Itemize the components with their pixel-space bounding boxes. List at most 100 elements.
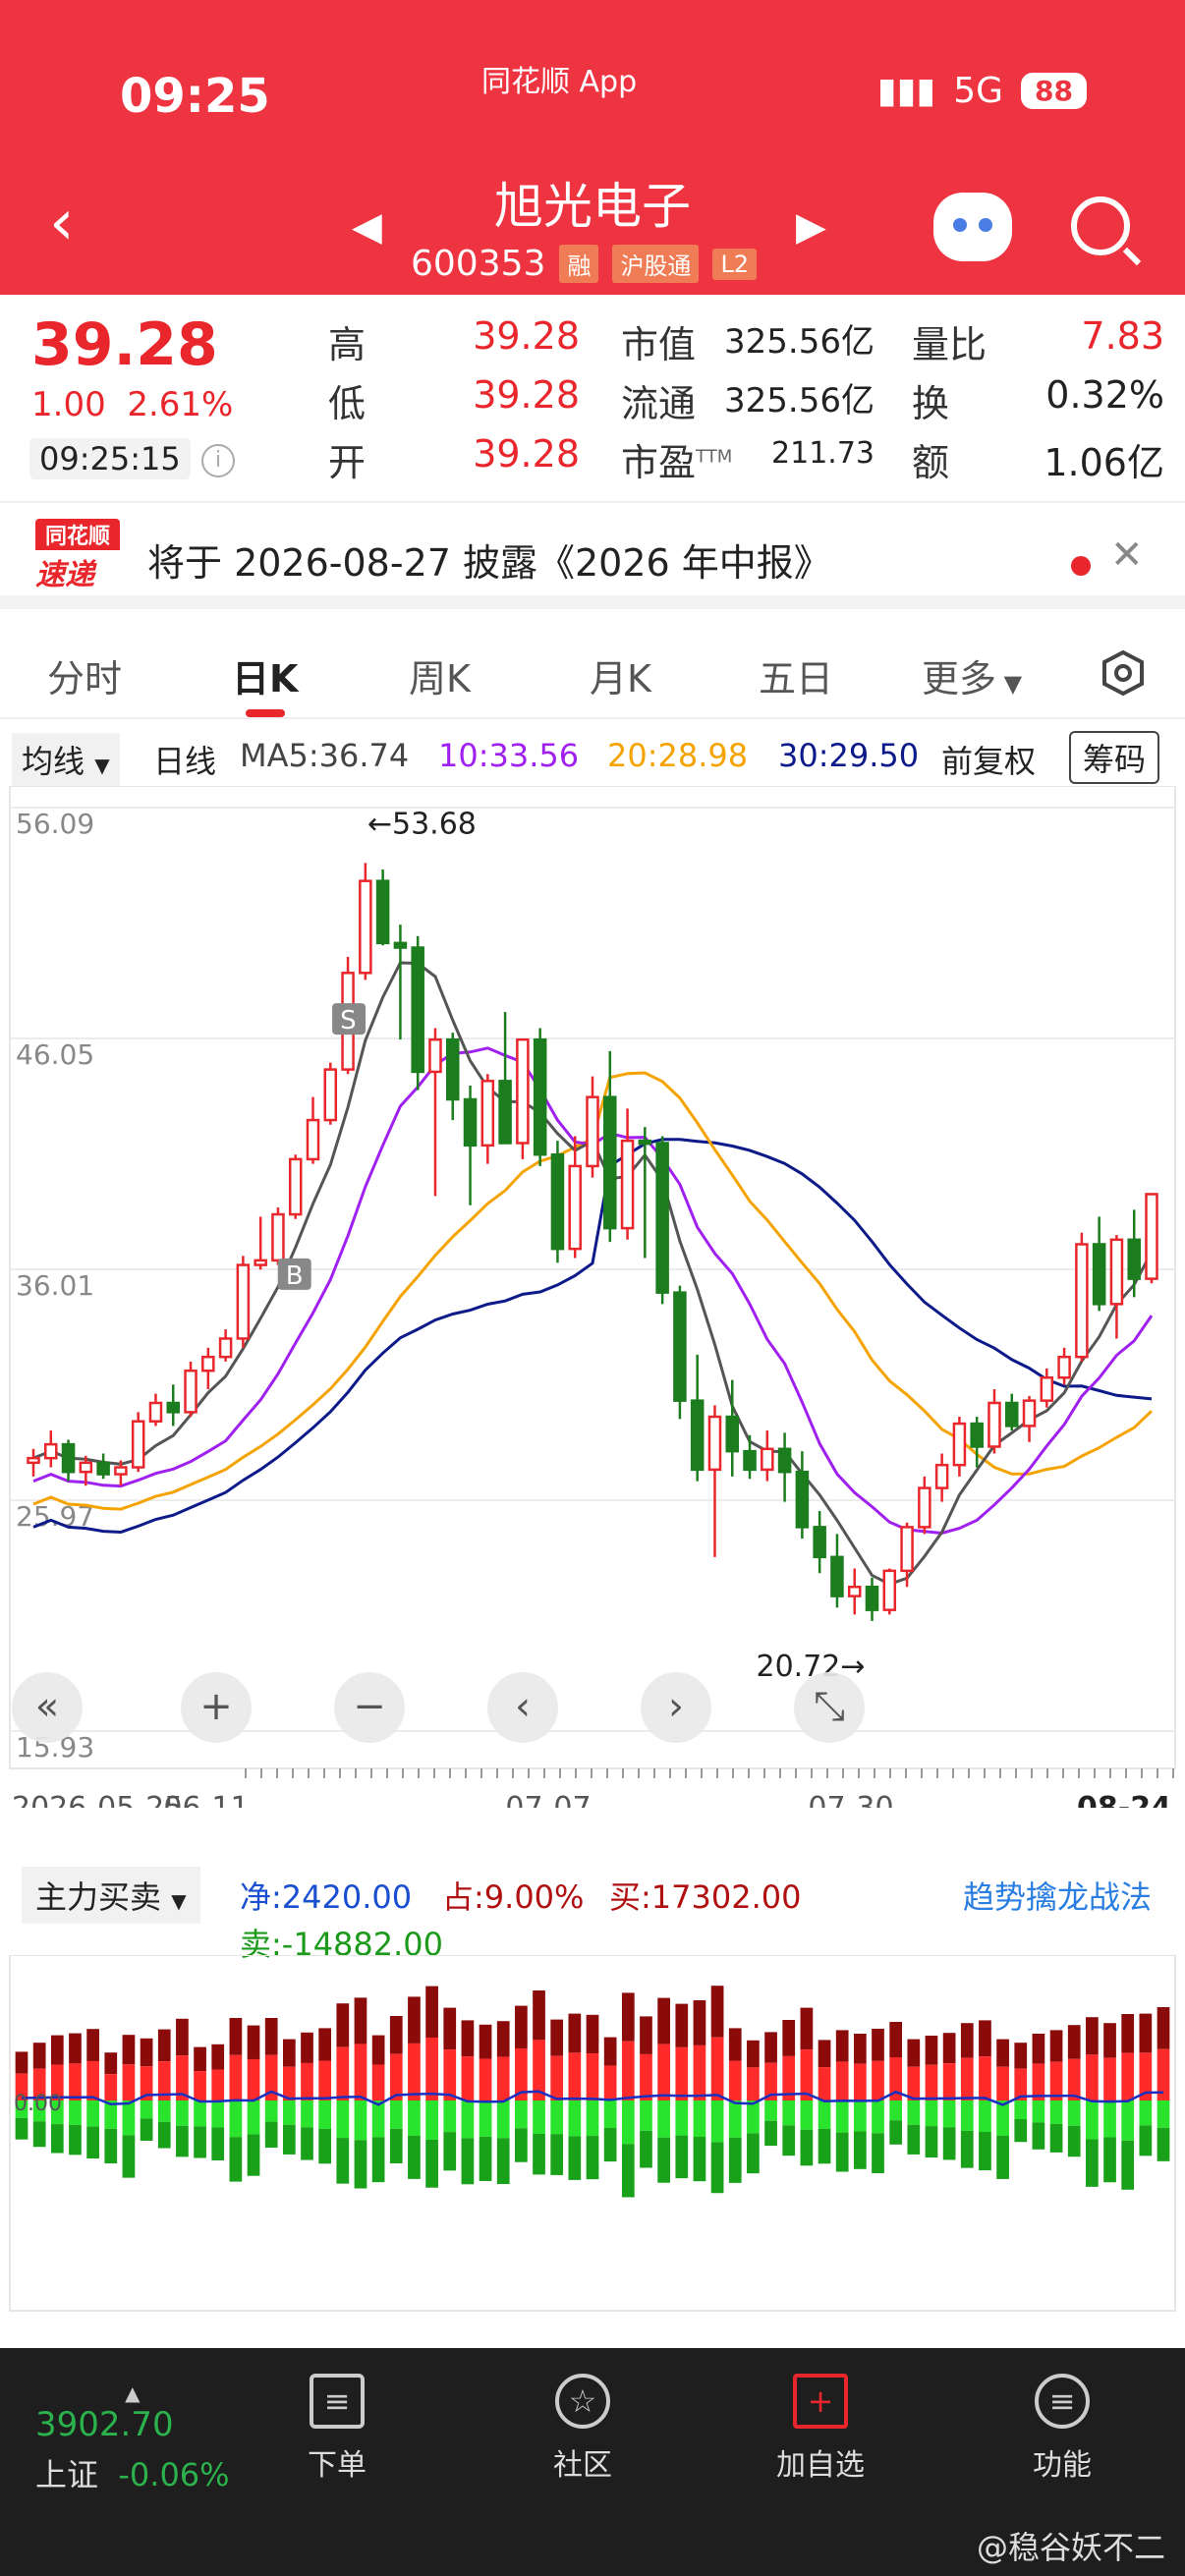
flow-bar-sell-small: [603, 2100, 617, 2128]
mcap-value: 325.56亿: [724, 322, 875, 362]
indicator-select[interactable]: 均线 ▼: [12, 733, 120, 786]
chips-button[interactable]: 筹码: [1069, 731, 1160, 784]
flow-bar-sell-big: [960, 2130, 974, 2168]
flow-bar-sell-small: [586, 2100, 599, 2137]
candle: [690, 1399, 705, 1472]
flow-bar-sell-small: [872, 2100, 884, 2134]
flow-bar-buy-big: [354, 1997, 367, 2044]
flow-bar-buy-small: [336, 2046, 350, 2100]
flow-bar-sell-small: [960, 2100, 974, 2131]
flow-indicator-select[interactable]: 主力买卖 ▼: [22, 1867, 200, 1924]
flow-bar-sell-small: [122, 2100, 136, 2136]
candle: [218, 1337, 233, 1359]
active-tab-indicator: [246, 709, 285, 717]
candle: [533, 1037, 547, 1156]
flow-bar-buy-big: [996, 2039, 1009, 2067]
flow-bar-buy-small: [603, 2065, 617, 2100]
tab-more[interactable]: 更多 ▼: [922, 648, 1022, 702]
flow-bar-sell-small: [211, 2100, 225, 2128]
flow-bar-buy-big: [533, 1990, 545, 2041]
flow-bar-sell-big: [710, 2142, 724, 2194]
candle: [620, 1139, 635, 1230]
flow-bar-buy-big: [479, 2024, 492, 2059]
flow-bar-sell-small: [568, 2100, 582, 2137]
flow-bar-buy-small: [229, 2054, 243, 2100]
amount-value: 1.06亿: [1044, 441, 1164, 484]
add-watchlist-button[interactable]: + 加自选: [747, 2364, 894, 2484]
community-button[interactable]: ☆ 社区: [509, 2364, 656, 2484]
flow-bar-buy-big: [122, 2035, 136, 2065]
flow-bar-sell-big: [157, 2121, 171, 2149]
candlestick-chart[interactable]: 56.0946.0536.0125.9715.93←53.6820.72→BS«…: [0, 786, 1185, 1808]
flow-bar-sell-small: [800, 2100, 814, 2130]
flow-bar-sell-big: [942, 2127, 956, 2160]
flow-bar-sell-big: [1086, 2139, 1099, 2187]
candle: [498, 1080, 512, 1145]
flow-bar-sell-big: [176, 2125, 189, 2157]
flow-bar-buy-small: [247, 2058, 260, 2100]
tab-five-day[interactable]: 五日: [759, 648, 833, 702]
flow-bar-sell-big: [533, 2133, 545, 2175]
buy-marker-label: B: [286, 1261, 304, 1291]
stock-code-row: 600353 融 沪股通 L2: [411, 244, 758, 284]
flow-bar-sell-big: [264, 2121, 278, 2148]
notice-text: 将于 2026-08-27 披露《2026 年中报》: [147, 541, 831, 585]
tab-monthly-k[interactable]: 月K: [590, 648, 651, 702]
candle: [1040, 1375, 1054, 1402]
flow-bar-buy-small: [960, 2057, 974, 2100]
unread-dot: [1071, 556, 1091, 576]
flow-bar-sell-small: [1157, 2100, 1170, 2128]
ma30-value: 30:29.50: [778, 737, 920, 774]
info-icon[interactable]: i: [201, 444, 235, 477]
candle: [673, 1291, 687, 1402]
status-app-label: 同花顺 App: [481, 65, 638, 99]
tab-intraday[interactable]: 分时: [47, 648, 122, 702]
battery-badge: 88: [1021, 73, 1087, 109]
flow-bar-buy-small: [942, 2063, 956, 2100]
flow-bar-buy-big: [389, 2016, 403, 2054]
flow-bar-sell-big: [354, 2140, 367, 2189]
flow-bar-buy-small: [211, 2069, 225, 2100]
flow-bar-buy-small: [389, 2053, 403, 2100]
next-stock-icon[interactable]: ▶: [796, 204, 826, 250]
flow-bar-buy-small: [550, 2055, 564, 2100]
strategy-link[interactable]: 趋势擒龙战法: [963, 1873, 1152, 1918]
candle: [761, 1447, 774, 1472]
flow-bar-sell-big: [835, 2132, 849, 2172]
mcap-label: 市值: [621, 323, 697, 366]
tab-weekly-k[interactable]: 周K: [409, 648, 471, 702]
flow-bar-buy-big: [942, 2033, 956, 2064]
flow-bar-sell-small: [443, 2100, 457, 2133]
pe-value: 211.73: [771, 436, 875, 471]
functions-button[interactable]: ≡ 功能: [988, 2364, 1136, 2484]
flow-bar-sell-small: [301, 2100, 313, 2128]
flow-bar-buy-small: [747, 2067, 760, 2100]
candle: [96, 1461, 110, 1476]
order-button[interactable]: ≡ 下单: [263, 2364, 411, 2484]
index-value: 3902.70: [35, 2405, 174, 2444]
notice-banner[interactable]: 同花顺 速递 将于 2026-08-27 披露《2026 年中报》 ✕: [0, 501, 1185, 609]
search-icon[interactable]: [1071, 196, 1130, 255]
ma-legend-bar: 均线 ▼ 日线 MA5:36.74 10:33.56 20:28.98 30:2…: [0, 727, 1185, 786]
flow-bar-buy-big: [140, 2038, 153, 2067]
close-icon[interactable]: ✕: [1110, 532, 1144, 578]
robot-assistant-icon[interactable]: [933, 193, 1012, 261]
candle: [79, 1461, 93, 1474]
flow-bar-buy-big: [1032, 2034, 1045, 2064]
flow-bar-sell-small: [408, 2100, 421, 2136]
flow-net: 净:2420.00: [240, 1878, 413, 1916]
flow-bar-sell-big: [515, 2128, 528, 2162]
adjust-mode-label[interactable]: 前复权: [941, 737, 1036, 782]
settings-icon[interactable]: [1099, 648, 1148, 698]
index-name: 上证: [35, 2456, 99, 2493]
tab-daily-k[interactable]: 日K: [232, 648, 298, 702]
flow-bar-buy-small: [104, 2074, 118, 2100]
flow-bar-buy-big: [425, 1986, 438, 2038]
flow-bar-sell-small: [1139, 2100, 1153, 2126]
flow-bar-buy-small: [425, 2037, 438, 2100]
flow-bar-sell-big: [675, 2135, 689, 2179]
flow-bar-sell-small: [389, 2100, 403, 2129]
flow-bar-buy-small: [479, 2058, 492, 2100]
candle: [638, 1139, 652, 1146]
index-ticker[interactable]: ▲ 3902.70 上证 -0.06%: [35, 2381, 230, 2495]
